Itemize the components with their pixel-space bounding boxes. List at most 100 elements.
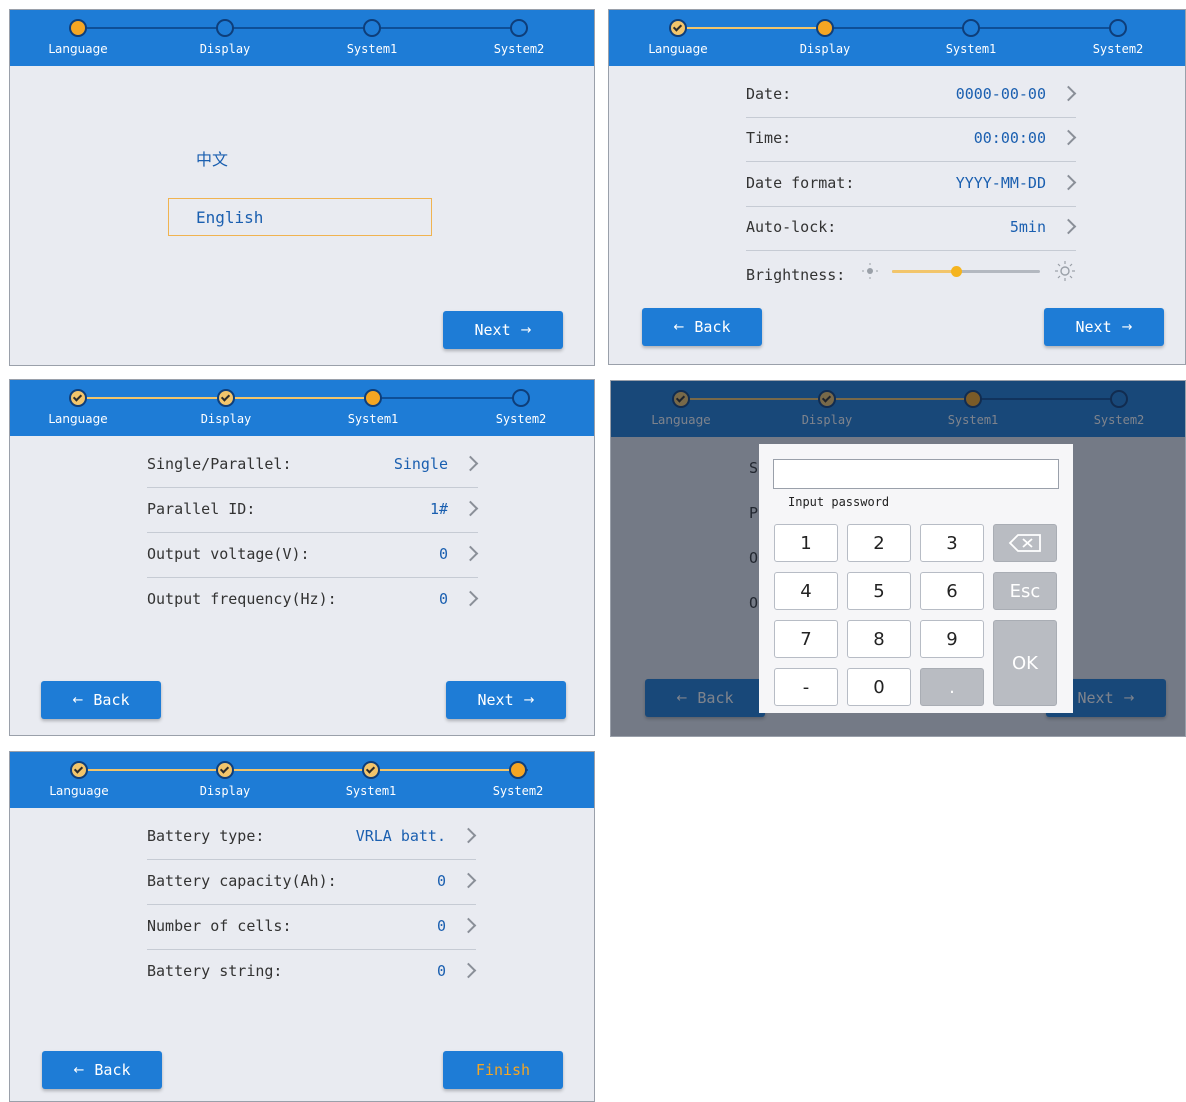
ok-key[interactable]: OK (993, 620, 1057, 706)
battery-type-value: VRLA batt. (355, 827, 446, 845)
step-language-dot (70, 761, 88, 779)
output-frequency-value: 0 (438, 590, 448, 608)
brightness-slider[interactable] (892, 266, 1040, 277)
date-row[interactable]: Date: 0000-00-00 (746, 73, 1077, 118)
parallel-id-value: 1# (429, 500, 448, 518)
chevron-right-icon (1060, 174, 1077, 191)
date-format-label: Date format: (746, 174, 855, 192)
back-button[interactable]: ← Back (642, 308, 762, 346)
step-system1-label: System1 (945, 42, 997, 56)
step-header: Language Display System1 System2 (609, 10, 1185, 66)
key-2[interactable]: 2 (847, 524, 911, 562)
key-4[interactable]: 4 (774, 572, 838, 610)
step-display-dot (816, 19, 834, 37)
finish-button[interactable]: Finish (443, 1051, 563, 1089)
password-prompt: Input password (788, 495, 890, 509)
finish-label: Finish (475, 1061, 531, 1079)
display-screen: Language Display System1 System2 Date: 0… (608, 9, 1186, 365)
step-language-label: Language (48, 42, 108, 56)
brightness-high-icon (1055, 261, 1075, 281)
date-format-row[interactable]: Date format: YYYY-MM-DD (746, 162, 1077, 207)
step-header: Language Display System1 System2 (10, 752, 594, 808)
back-button[interactable]: ← Back (41, 681, 161, 719)
time-row[interactable]: Time: 00:00:00 (746, 117, 1077, 162)
next-button[interactable]: Next → (446, 681, 566, 719)
esc-key[interactable]: Esc (993, 572, 1057, 610)
back-label: Back (94, 1061, 131, 1079)
step-system2-label: System2 (493, 42, 545, 56)
key-0[interactable]: 0 (847, 668, 911, 706)
chevron-right-icon (1060, 85, 1077, 102)
output-voltage-row[interactable]: Output voltage(V): 0 (147, 533, 479, 578)
password-input[interactable] (773, 459, 1059, 489)
battery-type-row[interactable]: Battery type: VRLA batt. (147, 815, 477, 860)
step-system1-label: System1 (347, 412, 399, 426)
single-parallel-row[interactable]: Single/Parallel: Single (147, 443, 479, 488)
battery-string-row[interactable]: Battery string: 0 (147, 950, 477, 994)
parallel-id-label: Parallel ID: (147, 500, 256, 518)
chevron-right-icon (460, 872, 477, 889)
system2-screen: Language Display System1 System2 Battery… (9, 751, 595, 1102)
step-system1-dot (363, 19, 381, 37)
system1-screen: Language Display System1 System2 Single/… (9, 379, 595, 736)
key-5[interactable]: 5 (847, 572, 911, 610)
key-minus[interactable]: - (774, 668, 838, 706)
key-3[interactable]: 3 (920, 524, 984, 562)
battery-capacity-row[interactable]: Battery capacity(Ah): 0 (147, 860, 477, 905)
step-system1-label: System1 (345, 784, 397, 798)
chevron-right-icon (462, 500, 479, 517)
step-language-label: Language (648, 42, 708, 56)
time-label: Time: (746, 129, 792, 147)
output-voltage-label: Output voltage(V): (147, 545, 310, 563)
key-dot[interactable]: . (920, 668, 984, 706)
number-of-cells-row[interactable]: Number of cells: 0 (147, 905, 477, 950)
step-system1-dot (362, 761, 380, 779)
arrow-left-icon: ← (72, 692, 84, 708)
key-7[interactable]: 7 (774, 620, 838, 658)
step-header: Language Display System1 System2 (10, 380, 594, 436)
step-system2-dot (512, 389, 530, 407)
step-display-label: Display (199, 784, 251, 798)
arrow-right-icon: → (520, 322, 532, 338)
time-value: 00:00:00 (973, 129, 1046, 147)
date-label: Date: (746, 85, 792, 103)
output-voltage-value: 0 (438, 545, 448, 563)
key-9[interactable]: 9 (920, 620, 984, 658)
step-display-label: Display (200, 412, 252, 426)
backspace-icon (1008, 534, 1041, 552)
chevron-right-icon (462, 455, 479, 472)
step-system1-dot (364, 389, 382, 407)
back-label: Back (694, 318, 731, 336)
key-6[interactable]: 6 (920, 572, 984, 610)
step-display-dot (216, 19, 234, 37)
parallel-id-row[interactable]: Parallel ID: 1# (147, 488, 479, 533)
arrow-right-icon: → (1121, 319, 1133, 335)
brightness-slider-handle[interactable] (950, 266, 962, 277)
number-of-cells-value: 0 (436, 917, 446, 935)
chevron-right-icon (460, 917, 477, 934)
next-button[interactable]: Next → (1044, 308, 1164, 346)
output-frequency-label: Output frequency(Hz): (147, 590, 337, 608)
language-option-english[interactable]: English (168, 198, 432, 236)
language-option-chinese[interactable]: 中文 (196, 146, 228, 170)
key-1[interactable]: 1 (774, 524, 838, 562)
key-8[interactable]: 8 (847, 620, 911, 658)
chevron-right-icon (460, 962, 477, 979)
battery-string-label: Battery string: (147, 962, 283, 980)
single-parallel-label: Single/Parallel: (147, 455, 292, 473)
next-button[interactable]: Next → (443, 311, 563, 349)
back-label: Back (93, 691, 130, 709)
brightness-label: Brightness: (746, 266, 846, 284)
next-label: Next (1075, 318, 1112, 336)
battery-string-value: 0 (436, 962, 446, 980)
language-screen: Language Display System1 System2 中文 Engl… (9, 9, 595, 366)
back-button[interactable]: ← Back (42, 1051, 162, 1089)
auto-lock-row[interactable]: Auto-lock: 5min (746, 206, 1077, 251)
number-of-cells-label: Number of cells: (147, 917, 292, 935)
output-frequency-row[interactable]: Output frequency(Hz): 0 (147, 578, 479, 622)
single-parallel-value: Single (393, 455, 448, 473)
step-system2-label: System2 (492, 784, 544, 798)
date-value: 0000-00-00 (955, 85, 1046, 103)
next-label: Next (477, 691, 514, 709)
backspace-key[interactable] (993, 524, 1057, 562)
